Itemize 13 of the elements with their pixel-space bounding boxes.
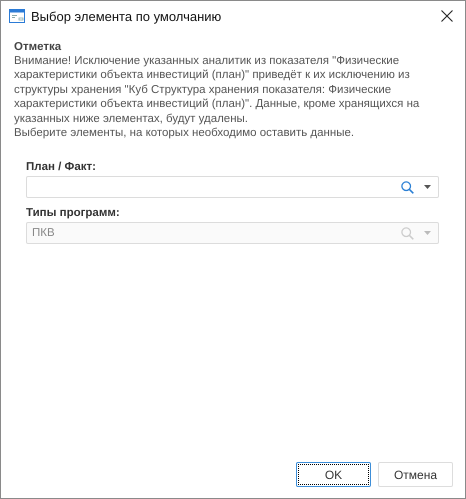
combo-field[interactable]	[26, 176, 439, 198]
dialog-button[interactable]: Отмена	[378, 462, 453, 487]
field-label: Типы программ:	[26, 207, 121, 220]
note-title: Отметка	[14, 41, 62, 53]
search-icon[interactable]	[401, 180, 414, 194]
caret-icon[interactable]	[424, 185, 431, 190]
window-title: Выбор элемента по умолчанию	[31, 8, 222, 24]
close-icon[interactable]	[441, 10, 453, 22]
note-text: Выберите элементы, на которых необходимо оставить данные.	[14, 126, 356, 140]
window-icon	[9, 9, 25, 23]
note-text: Внимание! Исключение указанных аналитик из показателя "Физические характеристики объекта инвестиций (план)" приведёт к их исключению из структуры хранения "Куб Структура хранения показателя: Физические характеристики объекта инвестиций (план)". Данные, кроме хранящихся на указанных ниже элементах, будут удалены.	[14, 54, 420, 126]
field-label: План / Факт:	[26, 161, 97, 174]
dialog-button[interactable]: OK	[296, 462, 371, 487]
